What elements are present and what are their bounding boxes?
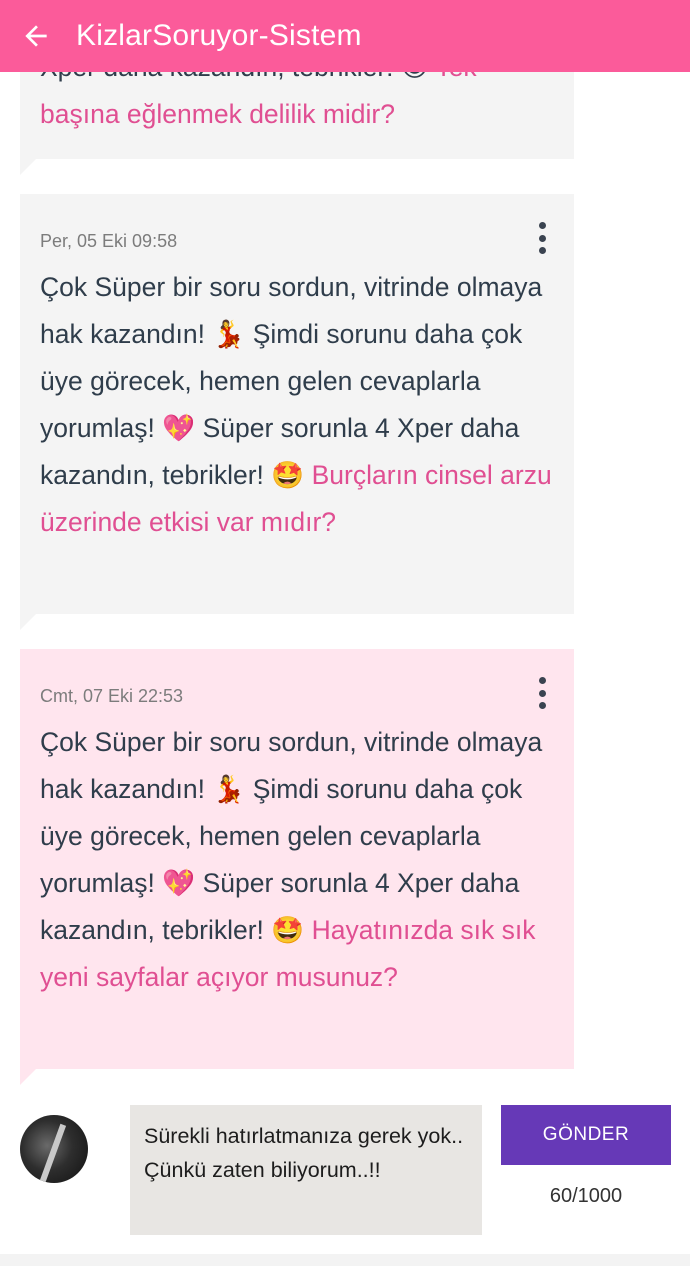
send-button[interactable]: GÖNDER	[501, 1105, 671, 1165]
message-input[interactable]: Sürekli hatırlatmanıza gerek yok.. Çünkü…	[130, 1105, 482, 1235]
message-text: Çok Süper bir soru sordun, vitrinde olma…	[40, 272, 543, 490]
char-counter: 60/1000	[549, 1185, 623, 1207]
message-bubble: Per, 05 Eki 09:58 Çok Süper bir soru sor…	[20, 194, 574, 614]
page-title: KizlarSoruyor-Sistem	[76, 19, 362, 52]
composer: Sürekli hatırlatmanıza gerek yok.. Çünkü…	[0, 1085, 690, 1266]
app-bar: KizlarSoruyor-Sistem	[0, 0, 690, 72]
bubble-tail	[20, 159, 36, 175]
bubble-tail	[20, 1069, 36, 1085]
message-bubble: Cmt, 07 Eki 22:53 Çok Süper bir soru sor…	[20, 649, 574, 1069]
more-vertical-icon[interactable]	[530, 675, 554, 711]
message-text: Çok Süper bir soru sordun, vitrinde olma…	[40, 727, 543, 945]
bubble-tail	[20, 614, 36, 630]
back-button[interactable]	[0, 0, 72, 72]
message-date: Per, 05 Eki 09:58	[40, 231, 178, 251]
question-link[interactable]: başına eğlenmek delilik midir?	[40, 99, 395, 129]
message-date: Cmt, 07 Eki 22:53	[40, 686, 184, 706]
divider	[0, 1254, 690, 1266]
avatar[interactable]	[20, 1115, 88, 1183]
arrow-left-icon	[25, 25, 47, 47]
message-list: Xper daha kazandın, tebrikler! 😊 Tek baş…	[0, 0, 690, 1085]
more-vertical-icon[interactable]	[530, 220, 554, 256]
